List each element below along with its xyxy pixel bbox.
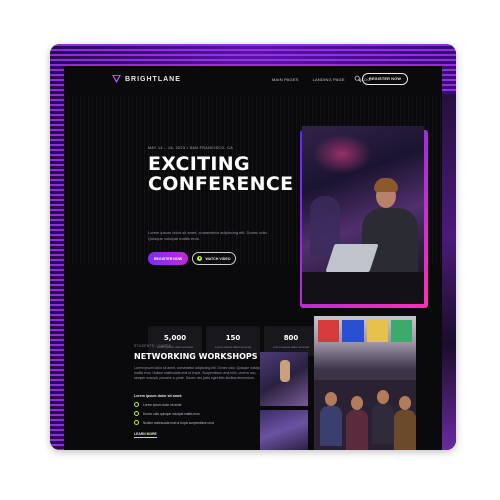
check-icon bbox=[134, 411, 139, 416]
side-photo-strip bbox=[442, 94, 456, 450]
section-subhead: Lorem ipsum dolor sit amet: bbox=[134, 394, 183, 398]
nav-register-button[interactable]: REGISTER NOW bbox=[362, 73, 409, 85]
section-eyebrow: STUDENTS / CARDS bbox=[134, 344, 172, 348]
stat-value: 800 bbox=[283, 333, 299, 342]
top-navigation: BRIGHTLANE MAIN PAGES LANDING PAGE BLOG … bbox=[64, 66, 442, 96]
logo[interactable]: BRIGHTLANE bbox=[112, 75, 181, 84]
workshop-photo-main bbox=[314, 316, 416, 450]
logo-triangle-icon bbox=[112, 75, 121, 84]
hero-description: Lorem ipsum dolor sit amet, consectetur … bbox=[148, 230, 268, 241]
hero-title-line1: EXCITING bbox=[148, 153, 250, 175]
stat-label: Lorem ipsum dolor sit amet bbox=[272, 344, 310, 349]
nav-link-landing-page[interactable]: LANDING PAGE bbox=[313, 77, 345, 82]
stat-value: 150 bbox=[225, 333, 241, 342]
hero-photo bbox=[302, 126, 424, 304]
search-icon[interactable] bbox=[354, 75, 362, 83]
workshop-photo-hand bbox=[260, 352, 308, 406]
list-item: Donec odio quisque volutpat mattis eros bbox=[134, 411, 214, 416]
watch-video-label: WATCH VIDEO bbox=[205, 256, 231, 261]
list-item: Lorem ipsum dolor sit amet bbox=[134, 402, 214, 407]
hero-register-button[interactable]: REGISTER NOW bbox=[148, 252, 188, 265]
stat-label: Lorem ipsum dolor sit amet bbox=[214, 344, 252, 349]
list-item: Nullam malesuada erat ut turpis suspendi… bbox=[134, 420, 214, 425]
watch-video-button[interactable]: WATCH VIDEO bbox=[192, 252, 236, 265]
section-description: Lorem ipsum dolor sit amet, consectetur … bbox=[134, 366, 262, 380]
stat-value: 5,000 bbox=[163, 333, 187, 342]
logo-text: BRIGHTLANE bbox=[125, 76, 181, 83]
website-preview-card: BRIGHTLANE MAIN PAGES LANDING PAGE BLOG … bbox=[50, 44, 456, 450]
hero-title-line2: CONFERENCE bbox=[148, 173, 294, 195]
check-list: Lorem ipsum dolor sit amet Donec odio qu… bbox=[134, 402, 214, 425]
play-icon bbox=[197, 256, 203, 261]
hero-date: MAY 14 – 16, 2023 • SAN FRANCISCO, CA bbox=[148, 146, 234, 150]
check-icon bbox=[134, 402, 139, 407]
workshop-photo-crowd bbox=[260, 410, 308, 450]
nav-link-main-pages[interactable]: MAIN PAGES bbox=[272, 77, 299, 82]
check-icon bbox=[134, 420, 139, 425]
section-title: NETWORKING WORKSHOPS bbox=[134, 352, 258, 361]
learn-more-link[interactable]: LEARN MORE bbox=[134, 432, 157, 438]
hero-title: EXCITING CONFERENCE bbox=[148, 154, 308, 194]
